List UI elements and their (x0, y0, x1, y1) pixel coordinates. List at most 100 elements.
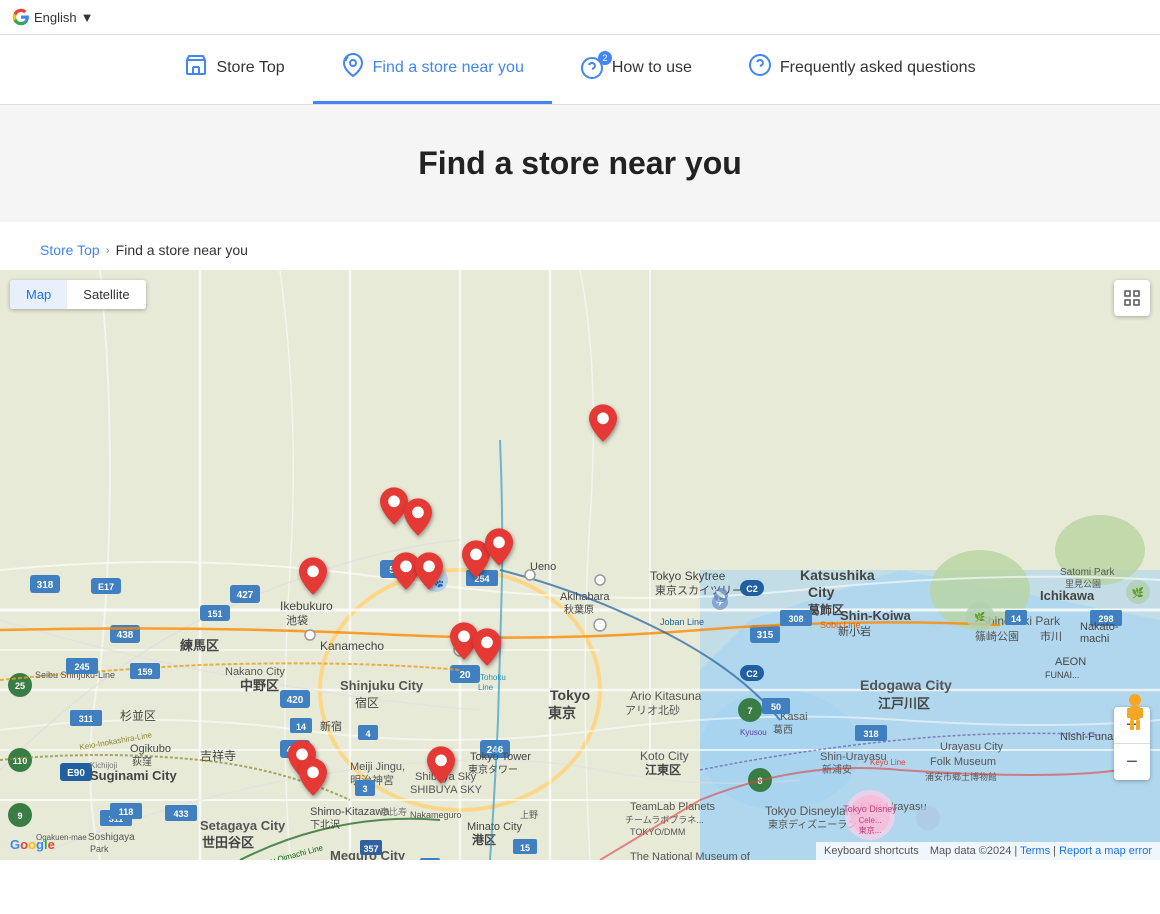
svg-text:315: 315 (757, 630, 774, 641)
map-pin-6[interactable] (415, 552, 443, 595)
svg-text:427: 427 (237, 590, 254, 601)
svg-text:433: 433 (173, 809, 188, 819)
svg-text:Cele...: Cele... (858, 816, 881, 825)
nav-how-to-use-label: How to use (612, 59, 692, 77)
map-attribution: Keyboard shortcuts Map data ©2024 | Term… (816, 842, 1160, 860)
dropdown-arrow-icon: ▼ (81, 10, 94, 25)
map-pin-10[interactable] (473, 628, 501, 671)
svg-text:311: 311 (79, 714, 94, 724)
map-pin-4[interactable] (299, 557, 327, 600)
svg-text:Ario Kitasuna: Ario Kitasuna (630, 689, 702, 703)
nav-faq-label: Frequently asked questions (780, 59, 976, 77)
svg-text:Nishi-Funa...: Nishi-Funa... (1060, 731, 1122, 743)
svg-text:Urayasu City: Urayasu City (940, 741, 1003, 753)
svg-text:Katsushika: Katsushika (800, 567, 875, 583)
svg-text:Ogikubo: Ogikubo (130, 743, 171, 755)
svg-text:東京スカイツリー: 東京スカイツリー (655, 583, 743, 597)
map-pin-8[interactable] (485, 528, 513, 571)
svg-text:machi: machi (1080, 633, 1109, 645)
svg-text:Park: Park (90, 844, 109, 854)
svg-text:Kyusou: Kyusou (740, 728, 767, 737)
svg-text:葛西: 葛西 (773, 723, 793, 736)
nav-item-how-to-use[interactable]: 2 How to use (552, 38, 720, 101)
language-label: English (34, 10, 77, 25)
svg-text:4: 4 (365, 729, 370, 739)
svg-text:🌿: 🌿 (974, 611, 985, 622)
svg-text:318: 318 (37, 580, 54, 591)
svg-text:9: 9 (17, 811, 22, 821)
svg-text:Tokyo Skytree: Tokyo Skytree (650, 569, 726, 583)
svg-text:Sobu Line: Sobu Line (820, 620, 861, 630)
svg-text:Satomi Park: Satomi Park (1060, 567, 1115, 578)
svg-text:Koto City: Koto City (640, 749, 689, 763)
breadcrumb: Store Top › Find a store near you (0, 222, 1160, 270)
nav-store-top-label: Store Top (216, 59, 284, 77)
breadcrumb-home-link[interactable]: Store Top (40, 242, 100, 258)
map-container[interactable]: 318 438 427 5 20 246 420 420 315 25 110 … (0, 270, 1160, 860)
svg-text:🌿: 🌿 (1132, 586, 1144, 599)
svg-text:E90: E90 (67, 768, 85, 779)
how-to-use-icon: 2 (580, 56, 604, 80)
page-title: Find a store near you (0, 145, 1160, 182)
svg-text:C2: C2 (746, 669, 758, 679)
svg-text:葛飾区: 葛飾区 (807, 602, 844, 617)
svg-text:Keyo Line: Keyo Line (870, 758, 906, 767)
svg-text:Folk Museum: Folk Museum (930, 756, 996, 768)
svg-text:420: 420 (287, 695, 304, 706)
map-svg: 318 438 427 5 20 246 420 420 315 25 110 … (0, 270, 1160, 860)
map-type-control: Map Satellite (10, 280, 146, 309)
svg-text:Tokyo Tower: Tokyo Tower (470, 751, 531, 763)
svg-text:Meiji Jingu,: Meiji Jingu, (350, 761, 405, 773)
svg-text:Minato City: Minato City (467, 821, 523, 833)
svg-text:📡: 📡 (715, 590, 726, 601)
svg-text:世田谷区: 世田谷区 (202, 835, 254, 850)
svg-text:Nakano City: Nakano City (225, 666, 285, 678)
svg-text:318: 318 (863, 729, 878, 739)
svg-text:151: 151 (207, 609, 222, 619)
svg-text:E17: E17 (98, 582, 114, 592)
svg-text:市川: 市川 (1040, 629, 1062, 643)
svg-text:荻窪: 荻窪 (132, 755, 152, 768)
svg-text:里見公園: 里見公園 (1065, 579, 1101, 589)
map-type-map-btn[interactable]: Map (10, 280, 67, 309)
nav-item-store-top[interactable]: Store Top (156, 35, 312, 104)
language-bar: English ▼ (0, 0, 1160, 35)
svg-text:245: 245 (74, 662, 89, 672)
svg-text:篠崎公園: 篠崎公園 (975, 629, 1019, 643)
svg-text:15: 15 (520, 843, 530, 853)
nav-item-find-store[interactable]: Find a store near you (313, 35, 552, 104)
map-fullscreen-btn[interactable] (1114, 280, 1150, 316)
svg-text:Tokyo Disney: Tokyo Disney (843, 804, 897, 814)
map-type-satellite-btn[interactable]: Satellite (67, 280, 145, 309)
map-data-text: Map data ©2024 (930, 845, 1012, 857)
svg-text:357: 357 (363, 844, 378, 854)
svg-text:Shimo-Kitazawa: Shimo-Kitazawa (310, 806, 390, 818)
svg-text:練馬区: 練馬区 (180, 638, 219, 653)
map-pin-3[interactable] (404, 498, 432, 541)
map-pin-13[interactable] (299, 758, 327, 801)
terms-link[interactable]: Terms (1020, 845, 1050, 857)
svg-text:FUNAI...: FUNAI... (1045, 670, 1080, 680)
nav-item-faq[interactable]: Frequently asked questions (720, 35, 1004, 104)
svg-text:Tohoku: Tohoku (480, 673, 506, 682)
store-icon (184, 53, 208, 83)
map-pin-11[interactable] (427, 746, 455, 789)
svg-text:159: 159 (137, 667, 152, 677)
language-selector[interactable]: English ▼ (12, 8, 94, 26)
svg-text:Ikebukuro: Ikebukuro (280, 599, 333, 613)
svg-text:118: 118 (119, 807, 134, 817)
map-pin-icon (341, 53, 365, 83)
svg-text:25: 25 (15, 681, 25, 691)
svg-text:Nakameguro: Nakameguro (410, 810, 462, 820)
keyboard-shortcuts-link[interactable]: Keyboard shortcuts (824, 845, 919, 857)
map-pegman[interactable] (1122, 693, 1148, 740)
report-error-link[interactable]: Report a map error (1059, 845, 1152, 857)
zoom-out-btn[interactable]: − (1114, 744, 1150, 780)
breadcrumb-separator: › (106, 243, 110, 257)
svg-text:Line: Line (478, 683, 494, 692)
map-pin-1[interactable] (589, 404, 617, 447)
svg-text:新宿: 新宿 (320, 719, 342, 733)
page-header: Find a store near you (0, 105, 1160, 222)
svg-text:恵比寿: 恵比寿 (380, 806, 407, 817)
svg-text:7: 7 (747, 706, 752, 716)
